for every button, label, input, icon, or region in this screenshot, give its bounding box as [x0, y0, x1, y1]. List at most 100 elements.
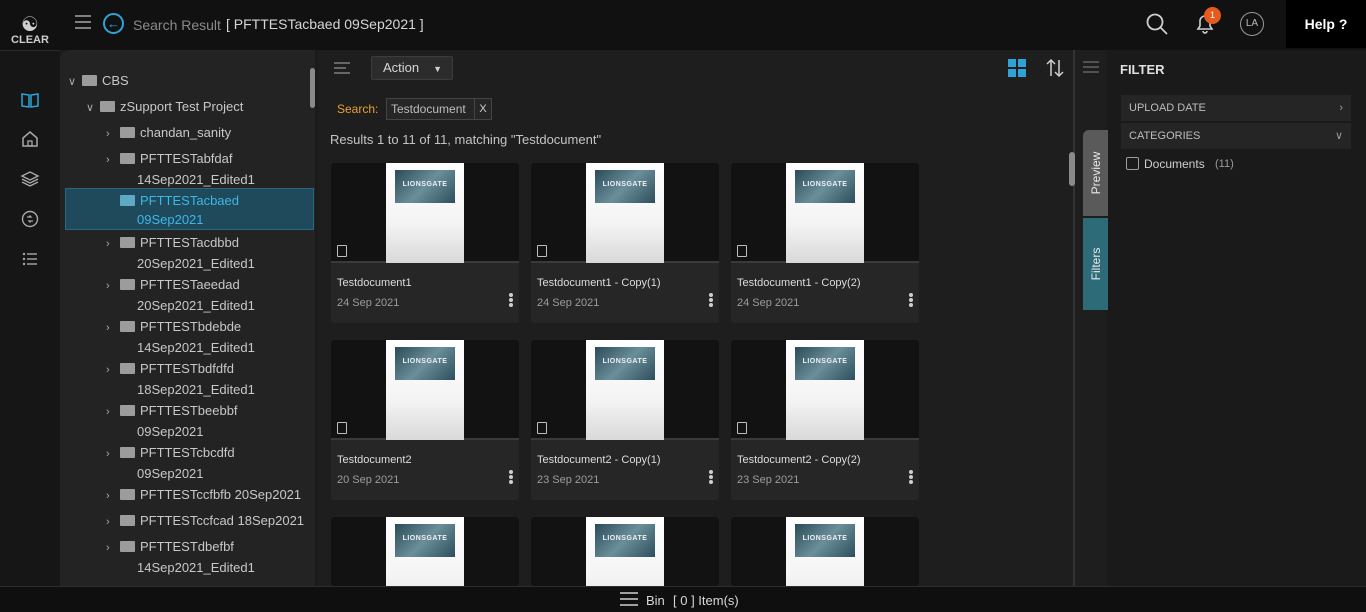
thumbnail-text: LIONSGATE	[402, 535, 448, 542]
tree-item-label: PFTTESTccfbfb 20Sep2021	[140, 487, 302, 502]
tree-item-folder-selected[interactable]: PFTTESTacbaed 09Sep2021	[106, 191, 239, 229]
clear-search-button[interactable]: X	[474, 99, 491, 119]
filter-categories[interactable]: CATEGORIES ∨	[1121, 123, 1351, 149]
document-icon	[537, 422, 547, 434]
kebab-icon[interactable]	[709, 470, 713, 484]
notification-badge: 1	[1204, 7, 1221, 24]
thumbnail[interactable]: LIONSGATE	[531, 517, 719, 586]
folder-icon	[120, 515, 135, 526]
filter-upload-date[interactable]: UPLOAD DATE ›	[1121, 95, 1351, 121]
thumbnail-page: LIONSGATE	[386, 517, 464, 586]
tree-item-label-line2: 20Sep2021_Edited1	[137, 298, 255, 313]
folder-icon	[120, 363, 135, 374]
thumbnail[interactable]: LIONSGATE	[731, 517, 919, 586]
document-card[interactable]: LIONSGATE Testdocument2 - Copy(1) 23 Sep…	[531, 340, 719, 500]
thumbnail-page: LIONSGATE	[586, 163, 664, 263]
thumbnail[interactable]: LIONSGATE	[331, 340, 519, 440]
menu-icon[interactable]	[334, 61, 350, 75]
thumbnail-text: LIONSGATE	[802, 181, 848, 188]
tree-item-folder[interactable]: › PFTTESTacdbbd 20Sep2021_Edited1	[106, 233, 255, 273]
thumbnail-text: LIONSGATE	[402, 358, 448, 365]
layers-icon[interactable]	[20, 169, 40, 189]
bin-label[interactable]: Bin	[646, 593, 665, 608]
app-logo[interactable]: ☯ CLEAR	[10, 14, 50, 54]
documents-checkbox[interactable]	[1126, 157, 1139, 170]
document-icon	[337, 422, 347, 434]
card-title: Testdocument2 - Copy(1)	[537, 454, 661, 466]
document-card[interactable]: LIONSGATE	[531, 517, 719, 586]
document-card[interactable]: LIONSGATE	[731, 517, 919, 586]
thumbnail[interactable]: LIONSGATE	[731, 163, 919, 263]
folder-icon	[120, 153, 135, 164]
tree-item-label-line2: 20Sep2021_Edited1	[137, 256, 255, 271]
document-card[interactable]: LIONSGATE Testdocument1 24 Sep 2021	[331, 163, 519, 323]
chevron-right-icon: ›	[106, 542, 110, 554]
document-card[interactable]: LIONSGATE Testdocument1 - Copy(2) 24 Sep…	[731, 163, 919, 323]
tree-item-folder[interactable]: › PFTTESTccfbfb 20Sep2021	[106, 485, 301, 506]
results-scrollbar[interactable]	[1069, 152, 1075, 186]
tree-item-folder[interactable]: › PFTTESTdbefbf 14Sep2021_Edited1	[106, 537, 255, 577]
tree-item-folder[interactable]: › PFTTESTcbcdfd 09Sep2021	[106, 443, 235, 483]
kebab-icon[interactable]	[909, 293, 913, 307]
home-icon[interactable]	[20, 129, 40, 149]
chevron-down-icon: ∨	[86, 102, 95, 114]
tree-item-folder[interactable]: › PFTTESTbdebde 14Sep2021_Edited1	[106, 317, 255, 357]
kebab-icon[interactable]	[909, 470, 913, 484]
tree-scrollbar[interactable]	[310, 68, 315, 108]
chevron-down-icon: ∨	[1334, 130, 1343, 142]
thumbnail-banner: LIONSGATE	[595, 347, 655, 380]
tree-item-folder[interactable]: › PFTTESTccfcad 18Sep2021	[106, 511, 304, 532]
tree-item-label-line2: 09Sep2021	[137, 424, 204, 439]
results-summary: Results 1 to 11 of 11, matching "Testdoc…	[330, 132, 602, 147]
tree-item-folder[interactable]: › PFTTESTbeebbf 09Sep2021	[106, 401, 238, 441]
document-icon	[337, 245, 347, 257]
tree-item-label: PFTTESTdbefbf	[140, 539, 234, 554]
document-card[interactable]: LIONSGATE Testdocument1 - Copy(1) 24 Sep…	[531, 163, 719, 323]
tree-item-folder[interactable]: › PFTTESTbdfdfd 18Sep2021_Edited1	[106, 359, 255, 399]
folder-icon	[120, 489, 135, 500]
tree-item-label-line2: 18Sep2021_Edited1	[137, 382, 255, 397]
folder-tree: ∨ CBS ∨ zSupport Test Project › chandan_san…	[60, 50, 315, 586]
document-card[interactable]: LIONSGATE Testdocument2 - Copy(2) 23 Sep…	[731, 340, 919, 500]
thumbnail[interactable]: LIONSGATE	[531, 163, 719, 263]
thumbnail[interactable]: LIONSGATE	[531, 340, 719, 440]
tree-item-folder[interactable]: › chandan_sanity	[106, 123, 231, 144]
tree-item-project[interactable]: ∨ zSupport Test Project	[86, 97, 243, 118]
logo-mark-icon: ☯	[21, 12, 39, 36]
list-icon[interactable]	[20, 249, 40, 269]
back-arrow-icon[interactable]: ←	[103, 13, 124, 34]
thumbnail[interactable]: LIONSGATE	[331, 163, 519, 263]
tree-item-cbs[interactable]: ∨ CBS	[68, 71, 129, 92]
action-dropdown[interactable]: Action ▼	[371, 56, 453, 80]
search-label: Search:	[337, 102, 379, 116]
tree-item-label: CBS	[102, 73, 129, 88]
document-card[interactable]: LIONSGATE Testdocument2 20 Sep 2021	[331, 340, 519, 500]
card-title: Testdocument1	[337, 277, 412, 289]
sort-icon[interactable]	[1046, 58, 1064, 78]
thumbnail[interactable]: LIONSGATE	[731, 340, 919, 440]
menu-icon[interactable]	[1083, 60, 1099, 74]
hamburger-icon[interactable]	[74, 13, 92, 31]
search-icon[interactable]	[1145, 12, 1169, 36]
help-button[interactable]: Help ?	[1286, 0, 1366, 48]
bin-menu-icon[interactable]	[620, 592, 638, 606]
kebab-icon[interactable]	[509, 293, 513, 307]
chevron-right-icon: ›	[1339, 102, 1343, 114]
book-icon[interactable]	[20, 90, 40, 110]
sync-icon[interactable]	[20, 209, 40, 229]
thumbnail-banner: LIONSGATE	[395, 524, 455, 557]
tree-item-folder[interactable]: › PFTTESTaeedad 20Sep2021_Edited1	[106, 275, 255, 315]
thumbnail[interactable]: LIONSGATE	[331, 517, 519, 586]
kebab-icon[interactable]	[509, 470, 513, 484]
kebab-icon[interactable]	[709, 293, 713, 307]
folder-icon	[120, 321, 135, 332]
tab-filters[interactable]: Filters	[1083, 218, 1109, 310]
grid-view-icon[interactable]	[1008, 59, 1026, 77]
thumbnail-text: LIONSGATE	[602, 535, 648, 542]
document-card[interactable]: LIONSGATE	[331, 517, 519, 586]
chevron-right-icon: ›	[106, 516, 110, 528]
tree-item-folder[interactable]: › PFTTESTabfdaf 14Sep2021_Edited1	[106, 149, 255, 189]
avatar[interactable]: LA	[1240, 12, 1264, 36]
tree-item-label: PFTTESTabfdaf	[140, 151, 233, 166]
tab-preview[interactable]: Preview	[1083, 130, 1109, 216]
